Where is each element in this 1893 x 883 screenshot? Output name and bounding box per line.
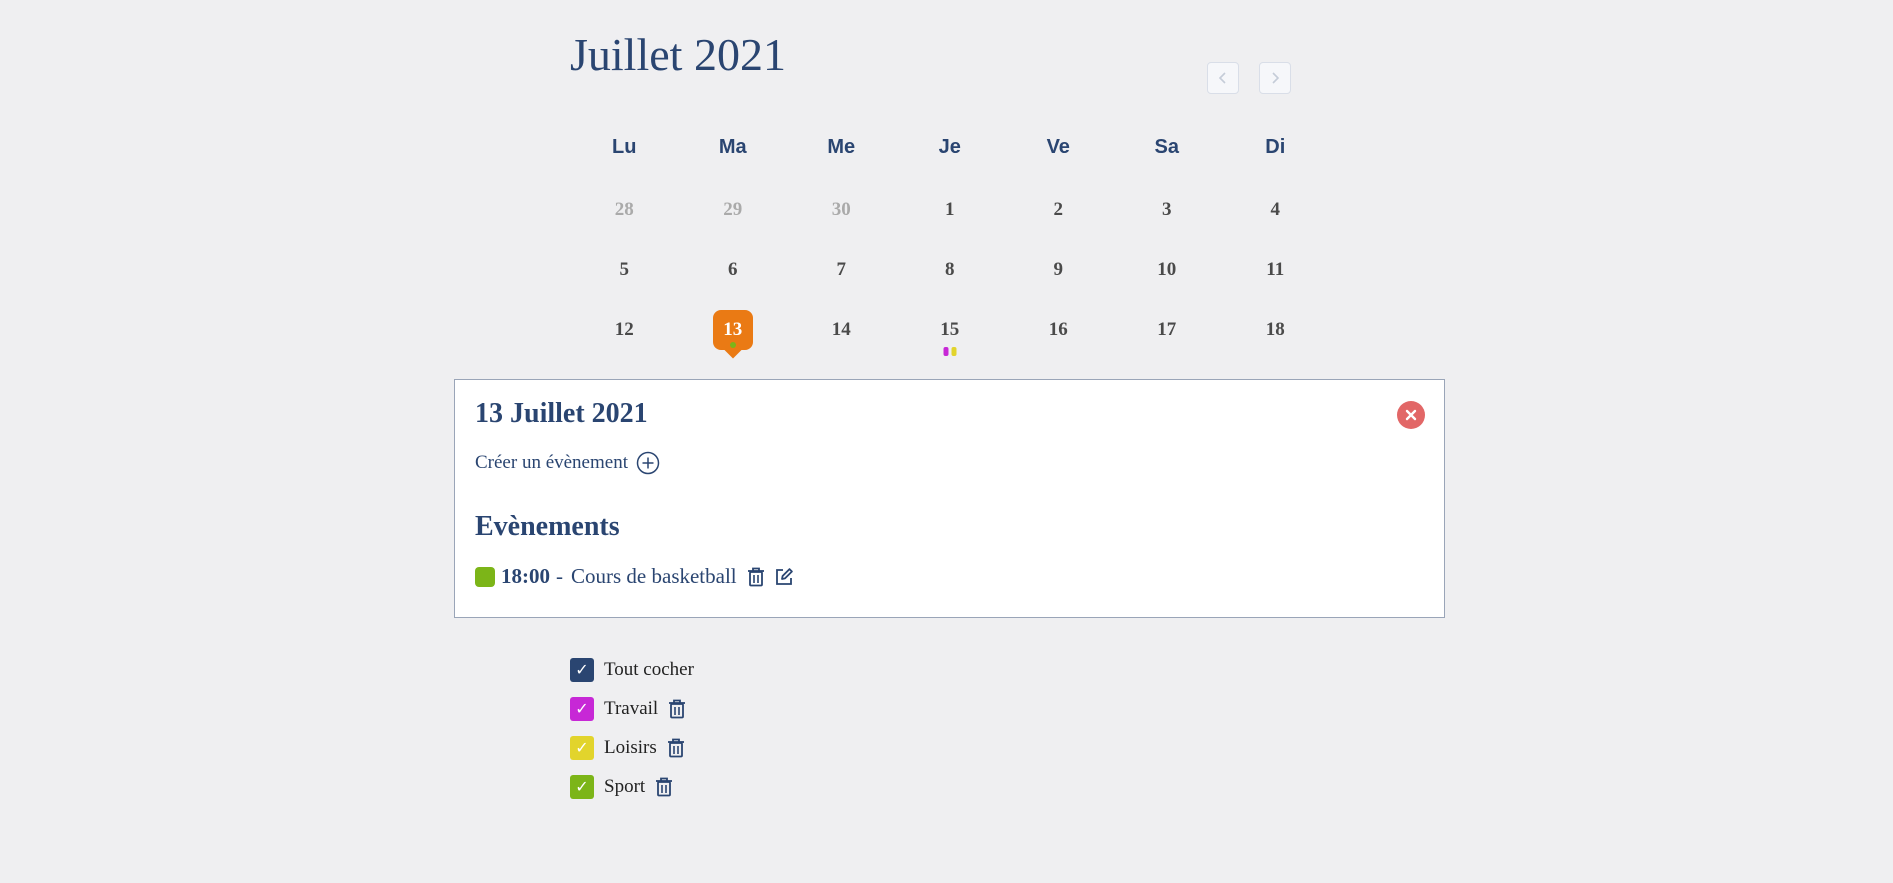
calendar-day[interactable]: 16: [1004, 310, 1113, 350]
calendar-day[interactable]: 5: [570, 250, 679, 290]
calendar-day[interactable]: 28: [570, 190, 679, 230]
delete-category-button[interactable]: [667, 738, 685, 758]
close-icon: [1405, 409, 1417, 421]
month-title: Juillet 2021: [570, 29, 786, 80]
weekday-label: Sa: [1154, 136, 1179, 158]
close-button[interactable]: [1397, 401, 1425, 429]
delete-event-button[interactable]: [745, 566, 767, 588]
event-time: 18:00: [501, 564, 550, 588]
weekday-label: Di: [1265, 136, 1286, 158]
event-dot-travail: [943, 347, 949, 356]
event-dot-loisirs: [951, 347, 957, 356]
calendar-day[interactable]: 2: [1004, 190, 1113, 230]
calendar-day[interactable]: 11: [1221, 250, 1330, 290]
category-label: Tout cocher: [604, 658, 694, 680]
check-all-checkbox[interactable]: ✓: [570, 657, 594, 682]
delete-category-button[interactable]: [668, 699, 686, 719]
category-row: ✓ Travail: [570, 689, 704, 728]
category-row: ✓ Sport: [570, 767, 704, 806]
calendar-day[interactable]: 6: [679, 250, 788, 290]
trash-icon: [667, 738, 684, 757]
calendar-day[interactable]: 8: [896, 250, 1005, 290]
trash-icon: [747, 567, 764, 586]
calendar-day[interactable]: 15: [896, 310, 1005, 356]
categories-list: ✓ Tout cocher ✓ Travail ✓ Loisirs ✓ Spor…: [570, 650, 704, 806]
events-heading: Evènements: [475, 511, 620, 542]
calendar-day[interactable]: 30: [787, 190, 896, 230]
weekday-label: Ma: [718, 136, 747, 158]
category-row: ✓ Tout cocher: [570, 650, 704, 689]
event-indicators: [943, 347, 957, 356]
event-item: 18:00 - Cours de basketball: [475, 564, 801, 589]
calendar-week: 12 13 14 15 16 17 18: [570, 310, 1330, 356]
weekday-label: Ve: [1046, 136, 1070, 158]
calendar-week: 28 29 30 1 2 3 4: [570, 190, 1330, 230]
calendar-day[interactable]: 1: [896, 190, 1005, 230]
previous-month-button[interactable]: [1207, 62, 1239, 94]
weekday-label: Me: [827, 136, 856, 158]
event-dot-sport: [729, 342, 736, 348]
create-event-label: Créer un évènement: [475, 452, 628, 473]
calendar-day[interactable]: 12: [570, 310, 679, 350]
event-color-swatch: [475, 566, 495, 587]
chevron-right-icon: [1272, 72, 1280, 84]
calendar-day[interactable]: 14: [787, 310, 896, 350]
day-detail-panel: 13 Juillet 2021 Créer un évènement Evène…: [454, 379, 1445, 618]
weekday-header: Lu Ma Me Je Ve Sa Di: [570, 136, 1330, 159]
trash-icon: [656, 777, 673, 796]
calendar-day[interactable]: 9: [1004, 250, 1113, 290]
calendar-day[interactable]: 17: [1113, 310, 1222, 350]
next-month-button[interactable]: [1259, 62, 1291, 94]
weekday-label: Je: [938, 136, 961, 158]
day-detail-title: 13 Juillet 2021: [475, 398, 648, 429]
weekday-label: Lu: [612, 136, 637, 158]
create-event-button[interactable]: Créer un évènement: [475, 451, 660, 475]
delete-category-button[interactable]: [655, 777, 673, 797]
category-checkbox[interactable]: ✓: [570, 696, 594, 721]
calendar-week: 5 6 7 8 9 10 11: [570, 250, 1330, 290]
category-label: Loisirs: [604, 736, 657, 758]
category-label: Travail: [604, 697, 659, 719]
calendar-day[interactable]: 29: [679, 190, 788, 230]
event-indicators: [729, 342, 736, 348]
edit-icon: [775, 567, 793, 585]
calendar-day[interactable]: 7: [787, 250, 896, 290]
edit-event-button[interactable]: [773, 566, 795, 588]
plus-circle-icon: [636, 451, 660, 475]
calendar-day[interactable]: 4: [1221, 190, 1330, 230]
calendar-day[interactable]: 18: [1221, 310, 1330, 350]
event-name: Cours de basketball: [571, 564, 737, 588]
calendar-day-selected[interactable]: 13: [679, 310, 788, 350]
category-checkbox[interactable]: ✓: [570, 735, 594, 760]
trash-icon: [669, 699, 686, 718]
calendar-day[interactable]: 3: [1113, 190, 1222, 230]
category-label: Sport: [604, 775, 646, 797]
event-separator: -: [556, 564, 563, 588]
category-checkbox[interactable]: ✓: [570, 774, 594, 799]
calendar-day[interactable]: 10: [1113, 250, 1222, 290]
chevron-left-icon: [1218, 72, 1226, 84]
category-row: ✓ Loisirs: [570, 728, 704, 767]
